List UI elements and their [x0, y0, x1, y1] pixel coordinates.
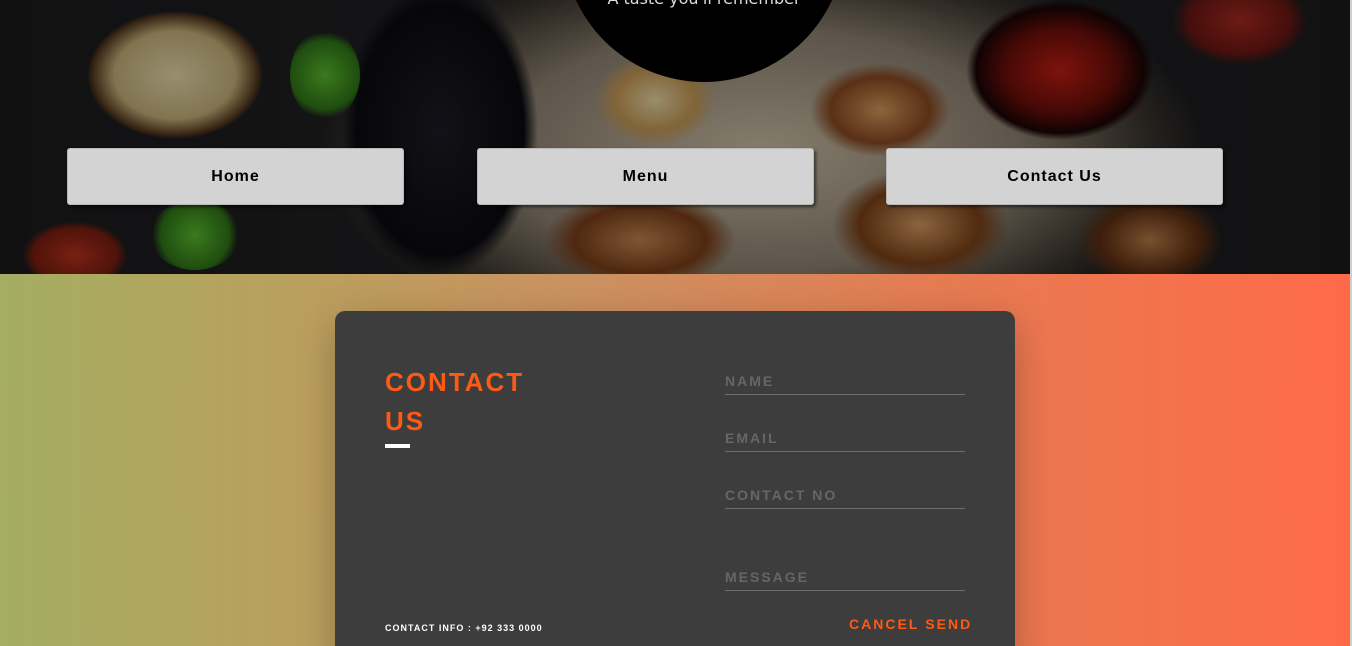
hero-banner: A taste you'll remember Home Menu Contac…: [0, 0, 1352, 274]
contact-info: CONTACT INFO : +92 333 0000: [385, 623, 543, 633]
contact-title: CONTACT US: [385, 367, 525, 436]
nav-contact-button[interactable]: Contact Us: [886, 148, 1223, 205]
logo-circle: A taste you'll remember: [563, 0, 845, 82]
message-field[interactable]: [725, 563, 965, 591]
nav-menu-button[interactable]: Menu: [477, 148, 814, 205]
email-field[interactable]: [725, 424, 965, 452]
name-field[interactable]: [725, 367, 965, 395]
herb-garnish-image: [150, 200, 240, 270]
send-button[interactable]: SEND: [925, 616, 972, 632]
cancel-button[interactable]: CANCEL: [849, 616, 919, 632]
contact-no-field[interactable]: [725, 481, 965, 509]
contact-card: CONTACT US CONTACT INFO : +92 333 0000 C…: [335, 311, 1015, 646]
herb-garnish-image: [290, 30, 360, 120]
contact-section: CONTACT US CONTACT INFO : +92 333 0000 C…: [0, 274, 1352, 646]
form-actions: CANCEL SEND: [849, 616, 972, 632]
title-underline: [385, 444, 410, 448]
tagline: A taste you'll remember: [607, 0, 800, 8]
nav-home-button[interactable]: Home: [67, 148, 404, 205]
